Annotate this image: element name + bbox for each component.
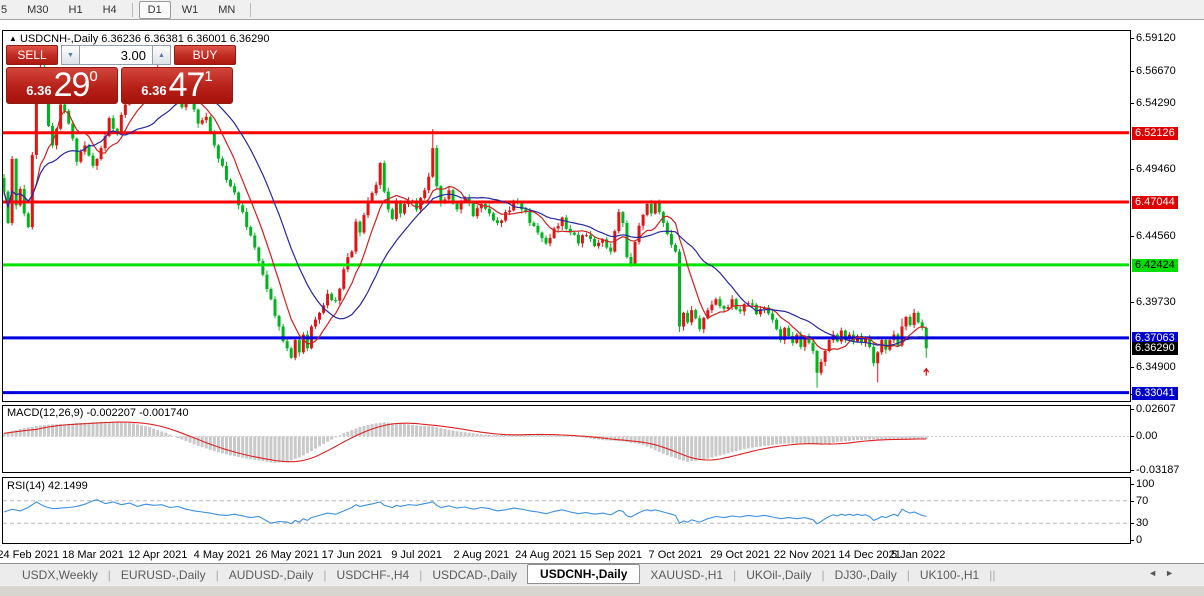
date-axis-label: 5 Jan 2022 [890,549,946,561]
date-axis-label: 12 Apr 2021 [128,549,188,561]
volume-input[interactable]: 3.00 [80,45,152,65]
rsi-axis-tick: 0 [1136,534,1143,546]
sell-price-small: 6.36 [26,83,52,98]
macd-axis-tick: 0.00 [1136,430,1158,443]
y-axis-tick: 6.34900 [1136,361,1176,374]
y-axis-tickmark [1130,37,1134,39]
y-axis-tickmark [1130,484,1134,485]
volume-increase-button[interactable]: ▲ [152,45,171,65]
tab-audusd-daily[interactable]: AUDUSD-,Daily [219,566,324,584]
tab-scroll-arrows: ◄► [1148,568,1182,578]
y-axis-tick: 6.44560 [1136,229,1176,242]
tab-scroll-left-icon[interactable]: ◄ [1148,568,1165,578]
rsi-axis-tick: 100 [1136,478,1155,490]
y-axis-tick: 6.59120 [1136,31,1176,44]
volume-decrease-button[interactable]: ▼ [61,45,80,65]
y-axis-tick: 6.56670 [1136,64,1176,77]
date-axis-label: 7 Oct 2021 [648,549,703,561]
rsi-axis-tick: 30 [1136,517,1149,530]
y-axis-tick: 6.49460 [1136,163,1176,176]
sell-price-big: 29 [53,66,91,104]
y-axis-tickmark [1130,235,1134,237]
level-price-badge: 6.47044 [1132,195,1178,209]
status-bar [0,585,1204,596]
tab-eurusd-daily[interactable]: EURUSD-,Daily [111,566,216,584]
collapse-triangle-icon[interactable]: ▲ [9,34,17,43]
trading-platform-window: 5 M30 H1 H4 D1 W1 MN ▲ USDCNH-,Daily 6.36236 6… [0,0,1204,596]
date-axis-label: 15 Sep 2021 [579,549,642,561]
y-axis-tickmark [1130,436,1134,438]
level-price-badge: 6.42424 [1132,258,1178,272]
chart-ohlc-header: ▲ USDCNH-,Daily 6.36236 6.36381 6.36001 … [9,33,270,45]
date-axis-label: 9 Jul 2021 [391,549,442,561]
level-price-badge: 6.33041 [1132,386,1178,400]
sell-button[interactable]: SELL [6,45,58,65]
buy-price-big: 47 [168,66,206,104]
chart-tab-bar: USDX,Weekly | EURUSD-,Daily | AUDUSD-,Daily |… [0,563,1204,586]
date-axis-label: 24 Aug 2021 [515,549,577,561]
tab-usdx-weekly[interactable]: USDX,Weekly [12,566,108,584]
tab-separator: | [992,568,996,582]
y-axis-tickmark [1130,500,1134,502]
tab-uk100-h1[interactable]: UK100-,H1 [910,566,989,584]
y-axis-tickmark [1130,103,1134,105]
rsi-axis-tick: 70 [1136,494,1149,507]
macd-indicator-label: MACD(12,26,9) -0.002207 -0.001740 [7,407,189,419]
tab-scroll-right-icon[interactable]: ► [1165,568,1182,578]
y-axis-tickmark [1130,169,1134,171]
chart-ohlc-values: 6.36236 6.36381 6.36001 6.36290 [101,33,270,45]
date-axis-label: 24 Feb 2021 [0,549,60,561]
y-axis-tickmark [1130,367,1134,369]
level-price-badge: 6.52126 [1132,126,1178,140]
y-axis-tick: 6.39730 [1136,295,1176,308]
buy-price-panel[interactable]: 6.36 47 1 [121,67,233,104]
current-price-badge: 6.36290 [1132,342,1178,356]
date-axis-label: 22 Nov 2021 [773,549,837,561]
y-axis-tickmark [1130,470,1134,471]
y-axis-tickmark [1130,409,1134,410]
y-axis-tickmark [1130,540,1134,541]
y-axis-tick: 6.54290 [1136,97,1176,110]
one-click-trading-widget: SELL ▼ 3.00 ▲ BUY 6.36 29 0 6.36 47 1 [6,45,238,104]
y-axis-tickmark [1130,301,1134,303]
date-axis-label: 2 Aug 2021 [453,549,510,561]
tab-usdchf-h4[interactable]: USDCHF-,H4 [327,566,420,584]
y-axis-tickmark [1130,523,1134,525]
date-axis-label: 29 Oct 2021 [710,549,771,561]
date-axis-label: 4 May 2021 [193,549,252,561]
buy-price-sup: 1 [204,68,213,85]
macd-axis-tick: -0.03187 [1136,464,1180,476]
tab-xauusd-h1[interactable]: XAUUSD-,H1 [640,566,733,584]
rsi-indicator-label: RSI(14) 42.1499 [7,480,88,492]
buy-button[interactable]: BUY [174,45,236,65]
buy-price-small: 6.36 [141,83,167,98]
tab-usdcnh-daily[interactable]: USDCNH-,Daily [527,564,641,584]
tab-usdcad-daily[interactable]: USDCAD-,Daily [422,566,527,584]
date-axis-label: 17 Jun 2021 [321,549,383,561]
y-axis-tickmark [1130,70,1134,72]
date-axis-label: 26 May 2021 [255,549,319,561]
tab-dj30-daily[interactable]: DJ30-,Daily [825,566,907,584]
sell-price-sup: 0 [89,68,98,85]
date-axis-label: 18 Mar 2021 [62,549,124,561]
macd-axis-tick: 0.02607 [1136,403,1176,415]
chart-symbol-label: USDCNH-,Daily [19,33,99,45]
tab-ukoil-daily[interactable]: UKOil-,Daily [736,566,821,584]
sell-price-panel[interactable]: 6.36 29 0 [6,67,118,104]
